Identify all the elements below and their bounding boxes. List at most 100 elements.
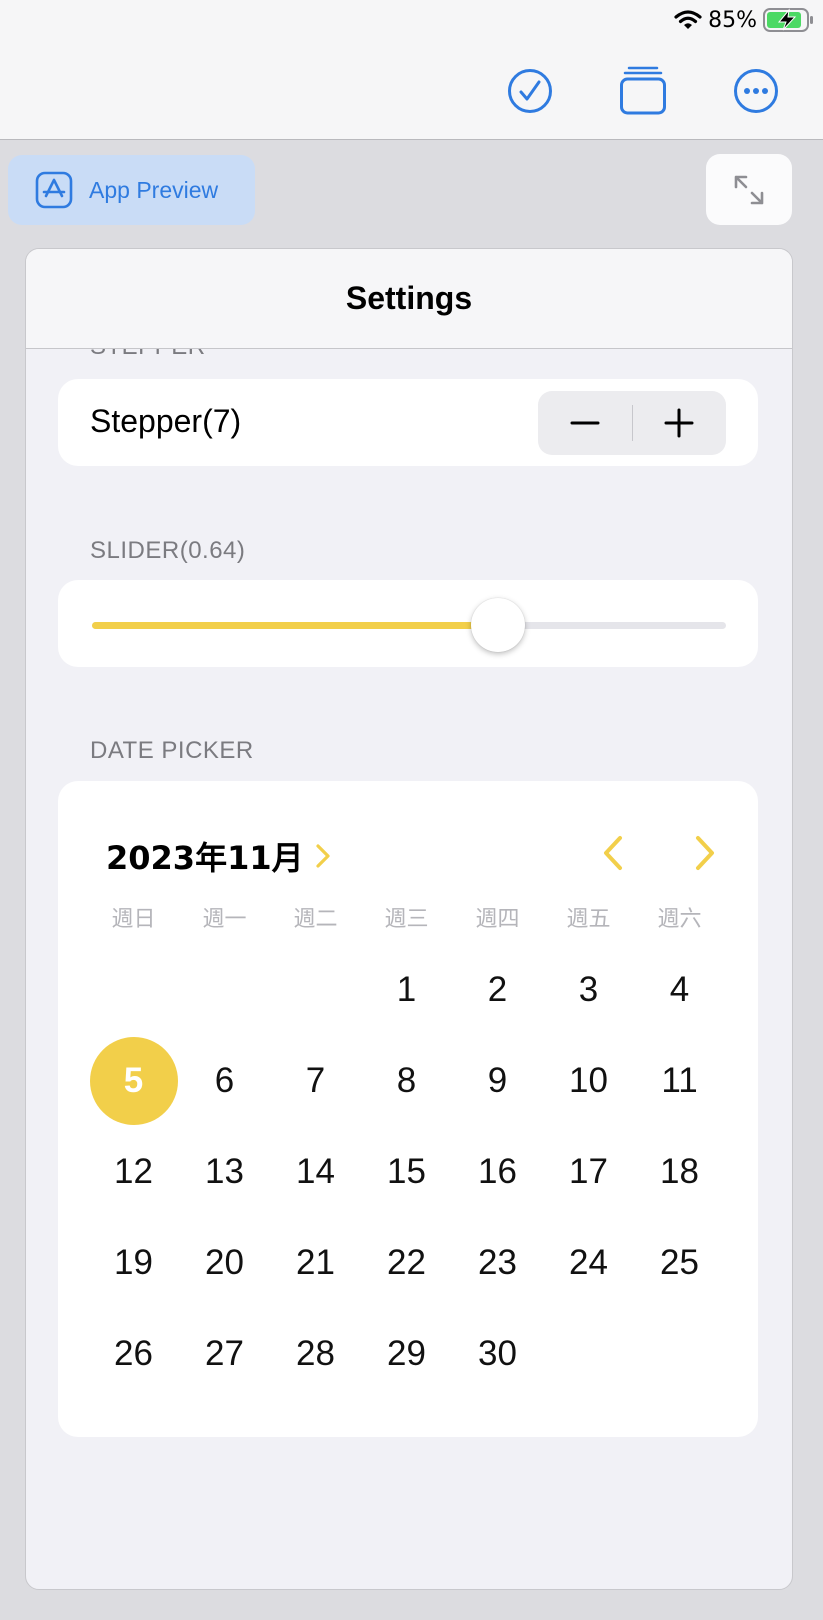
chevron-right-icon xyxy=(696,836,714,870)
calendar-day-number: 3 xyxy=(578,969,599,1009)
calendar-day-number: 20 xyxy=(205,1242,244,1282)
calendar-day-number: 2 xyxy=(487,969,508,1009)
calendar-day[interactable]: 13 xyxy=(179,1126,270,1217)
weekday-label: 週五 xyxy=(566,907,611,932)
month-year-selector[interactable]: 2023年11月 xyxy=(106,833,332,879)
calendar-day[interactable]: 26 xyxy=(88,1308,179,1399)
calendar-day-number: 1 xyxy=(396,969,417,1009)
calendar-day-number: 29 xyxy=(387,1333,426,1373)
calendar-day-number: 5 xyxy=(123,1060,144,1100)
calendar-day[interactable]: 8 xyxy=(361,1035,452,1126)
weekday-label: 週一 xyxy=(202,907,247,932)
calendar-day[interactable]: 19 xyxy=(88,1217,179,1308)
stepper-label: Stepper(7) xyxy=(90,403,242,439)
calendar-day[interactable]: 20 xyxy=(179,1217,270,1308)
calendar-day[interactable]: 15 xyxy=(361,1126,452,1217)
calendar-day[interactable]: 30 xyxy=(452,1308,543,1399)
calendar-day-number: 21 xyxy=(296,1242,335,1282)
sheet-nav-bar: Settings xyxy=(26,249,792,349)
calendar-day-empty xyxy=(88,944,179,1035)
calendar-day[interactable]: 23 xyxy=(452,1217,543,1308)
calendar-day[interactable]: 22 xyxy=(361,1217,452,1308)
stepper-increment-button[interactable] xyxy=(633,391,727,455)
app-preview-chip[interactable]: App Preview xyxy=(8,155,255,225)
stepper-decrement-button[interactable] xyxy=(538,391,632,455)
stepper-card: Stepper(7) xyxy=(58,379,758,466)
calendar-day-number: 28 xyxy=(296,1333,335,1373)
calendar-day-number: 4 xyxy=(669,969,690,1009)
calendar-day-selected[interactable]: 5 xyxy=(88,1035,179,1126)
calendar-week-row: 5 6 7 8 9 10 11 xyxy=(88,1035,728,1126)
app-preview-label: App Preview xyxy=(89,176,219,203)
weekday-label: 週六 xyxy=(657,907,702,932)
calendar-day-number: 12 xyxy=(114,1151,153,1191)
calendar-day-number: 30 xyxy=(478,1333,517,1373)
calendar-day-number: 7 xyxy=(305,1060,326,1100)
calendar-day-number: 11 xyxy=(661,1060,698,1100)
calendar-day[interactable]: 1 xyxy=(361,944,452,1035)
calendar-day-number: 22 xyxy=(387,1242,426,1282)
expand-arrows-icon xyxy=(734,175,764,204)
slider-thumb[interactable] xyxy=(470,598,525,652)
top-bar: 85% xyxy=(0,0,823,140)
settings-sheet: Settings STEPPER Stepper(7) SLIDER(0.64)… xyxy=(25,248,793,1590)
checkmark-circle-icon xyxy=(508,69,552,113)
app-store-icon xyxy=(35,171,73,209)
calendar-day-number: 9 xyxy=(487,1060,508,1100)
calendar-day-empty xyxy=(634,1308,725,1399)
date-picker-section-label: DATE PICKER xyxy=(90,737,254,764)
calendar-day[interactable]: 16 xyxy=(452,1126,543,1217)
calendar-day[interactable]: 25 xyxy=(634,1217,725,1308)
calendar-day[interactable]: 7 xyxy=(270,1035,361,1126)
calendar-day[interactable]: 28 xyxy=(270,1308,361,1399)
calendar-day-number: 27 xyxy=(205,1333,244,1373)
done-button[interactable] xyxy=(505,66,555,116)
windows-button[interactable] xyxy=(618,66,668,116)
expand-button[interactable] xyxy=(706,154,792,225)
calendar-day-number: 18 xyxy=(660,1151,699,1191)
calendar-day[interactable]: 11 xyxy=(634,1035,725,1126)
calendar-day-number: 24 xyxy=(569,1242,608,1282)
calendar-day[interactable]: 10 xyxy=(543,1035,634,1126)
month-year-label: 2023年11月 xyxy=(106,839,304,877)
calendar-day[interactable]: 18 xyxy=(634,1126,725,1217)
calendar-week-row: 19 20 21 22 23 24 25 xyxy=(88,1217,728,1308)
calendar-day-number: 16 xyxy=(478,1151,517,1191)
calendar-day[interactable]: 24 xyxy=(543,1217,634,1308)
more-button[interactable] xyxy=(731,66,781,116)
next-month-button[interactable] xyxy=(685,831,725,875)
calendar-day-number: 13 xyxy=(205,1151,244,1191)
date-picker-card: 2023年11月 週日 週一 週二 週三 週四 週五 週六 1 2 3 4 5 6 7 8 9 10 11 12 1… xyxy=(58,781,758,1437)
calendar-day[interactable]: 4 xyxy=(634,944,725,1035)
calendar-day-empty xyxy=(543,1308,634,1399)
chevron-right-icon xyxy=(316,844,330,868)
battery-charging-icon xyxy=(763,8,815,32)
calendar-day-number: 23 xyxy=(478,1242,517,1282)
calendar-day-number: 17 xyxy=(569,1151,608,1191)
plus-icon xyxy=(664,408,694,438)
calendar-day-number: 14 xyxy=(296,1151,335,1191)
minus-icon xyxy=(570,421,600,425)
calendar-day-number: 8 xyxy=(396,1060,417,1100)
ellipsis-circle-icon xyxy=(734,69,778,113)
status-bar: 85% xyxy=(674,6,815,34)
calendar-day[interactable]: 29 xyxy=(361,1308,452,1399)
calendar-week-row: 12 13 14 15 16 17 18 xyxy=(88,1126,728,1217)
calendar-day[interactable]: 12 xyxy=(88,1126,179,1217)
calendar-day[interactable]: 27 xyxy=(179,1308,270,1399)
previous-month-button[interactable] xyxy=(593,831,633,875)
slider-track[interactable] xyxy=(92,598,726,652)
weekday-label: 週二 xyxy=(293,907,338,932)
stepper-control xyxy=(538,391,726,455)
calendar-day-empty xyxy=(270,944,361,1035)
wifi-icon xyxy=(674,10,702,29)
calendar-day[interactable]: 6 xyxy=(179,1035,270,1126)
calendar-day[interactable]: 2 xyxy=(452,944,543,1035)
calendar-day[interactable]: 17 xyxy=(543,1126,634,1217)
calendar-day[interactable]: 3 xyxy=(543,944,634,1035)
calendar-day[interactable]: 14 xyxy=(270,1126,361,1217)
calendar-day[interactable]: 9 xyxy=(452,1035,543,1126)
calendar-day[interactable]: 21 xyxy=(270,1217,361,1308)
calendar-week-row: 1 2 3 4 xyxy=(88,944,728,1035)
calendar-day-number: 6 xyxy=(214,1060,235,1100)
